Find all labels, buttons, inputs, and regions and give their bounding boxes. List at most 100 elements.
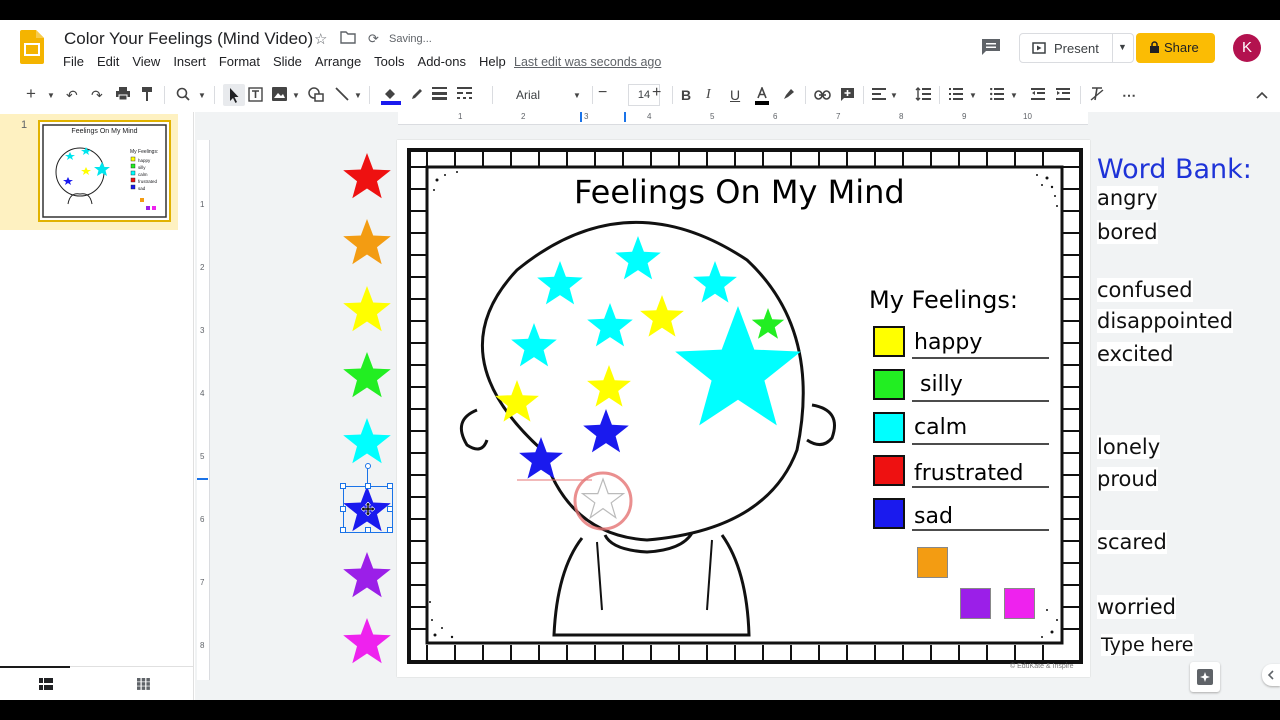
word-bank-word[interactable]: disappointed: [1097, 309, 1234, 333]
bold-icon[interactable]: B: [681, 87, 691, 103]
add-dropdown-icon[interactable]: ▼: [47, 91, 55, 100]
line-icon[interactable]: [335, 87, 349, 104]
present-dropdown-icon[interactable]: ▼: [1118, 42, 1127, 52]
my-feelings-title[interactable]: My Feelings:: [869, 286, 1018, 314]
word-bank-title[interactable]: Word Bank:: [1097, 154, 1252, 185]
word-bank-word[interactable]: worried: [1097, 595, 1177, 619]
word-bank-word[interactable]: scared: [1097, 530, 1167, 554]
filmstrip-view-icon[interactable]: [39, 678, 53, 690]
extra-swatch-magenta[interactable]: [1004, 588, 1035, 619]
word-bank-word[interactable]: angry: [1097, 186, 1158, 210]
resize-handle[interactable]: [365, 527, 371, 533]
resize-handle[interactable]: [387, 483, 393, 489]
menu-arrange[interactable]: Arrange: [315, 54, 361, 69]
selection-box[interactable]: [340, 463, 393, 533]
horizontal-ruler[interactable]: 1 2 3 4 5 6 7 8 9 10: [398, 112, 1088, 125]
rotate-handle[interactable]: [365, 463, 371, 469]
resize-handle[interactable]: [340, 506, 346, 512]
extra-swatch-orange[interactable]: [917, 547, 948, 578]
bulleted-list-dropdown-icon[interactable]: ▼: [1010, 91, 1018, 100]
line-dropdown-icon[interactable]: ▼: [354, 91, 362, 100]
more-icon[interactable]: ⋯: [1122, 87, 1136, 104]
paint-format-icon[interactable]: [142, 87, 154, 104]
resize-handle[interactable]: [340, 527, 346, 533]
italic-icon[interactable]: I: [706, 87, 711, 103]
increase-font-icon[interactable]: +: [652, 84, 661, 102]
feeling-swatch-silly[interactable]: [873, 369, 905, 400]
palette-star-icon[interactable]: [340, 414, 394, 468]
textbox-icon[interactable]: [248, 87, 263, 105]
side-panel-toggle[interactable]: [1262, 664, 1280, 686]
undo-icon[interactable]: ↶: [66, 87, 78, 104]
last-edit-link[interactable]: Last edit was seconds ago: [514, 55, 661, 69]
numbered-list-icon[interactable]: [949, 87, 963, 103]
slide-title[interactable]: Feelings On My Mind: [574, 173, 905, 211]
word-bank-word[interactable]: excited: [1097, 342, 1174, 366]
resize-handle[interactable]: [387, 506, 393, 512]
border-color-icon[interactable]: [410, 87, 424, 104]
vertical-ruler[interactable]: 1 2 3 4 5 6 7 8: [197, 140, 210, 680]
present-button[interactable]: Present ▼: [1019, 33, 1134, 63]
highlight-icon[interactable]: [782, 87, 796, 104]
slides-logo-icon[interactable]: [20, 30, 44, 64]
grid-view-icon[interactable]: [137, 678, 150, 690]
numbered-list-dropdown-icon[interactable]: ▼: [969, 91, 977, 100]
ruler-indent-marker[interactable]: [580, 112, 585, 122]
head-star-icon[interactable]: [534, 257, 586, 309]
fill-color-icon[interactable]: [381, 87, 401, 108]
line-spacing-icon[interactable]: [915, 87, 931, 104]
head-star-icon[interactable]: [690, 257, 740, 307]
palette-star-icon[interactable]: [340, 614, 394, 668]
menu-tools[interactable]: Tools: [374, 54, 404, 69]
palette-star-icon[interactable]: [340, 215, 394, 269]
palette-star-icon[interactable]: [340, 548, 394, 602]
add-icon[interactable]: +: [26, 84, 36, 104]
select-icon[interactable]: [223, 84, 245, 106]
document-title[interactable]: Color Your Feelings (Mind Video): [64, 29, 313, 49]
move-folder-icon[interactable]: [340, 30, 356, 48]
comment-add-icon[interactable]: [840, 87, 855, 105]
head-star-icon[interactable]: [492, 376, 542, 426]
border-dash-icon[interactable]: [457, 87, 472, 103]
resize-handle[interactable]: [387, 527, 393, 533]
feeling-swatch-frustrated[interactable]: [873, 455, 905, 486]
resize-handle[interactable]: [365, 483, 371, 489]
menu-edit[interactable]: Edit: [97, 54, 119, 69]
word-bank-word[interactable]: lonely: [1097, 435, 1161, 459]
feeling-label-silly[interactable]: silly: [920, 372, 963, 397]
word-bank-word[interactable]: confused: [1097, 278, 1193, 302]
font-family-select[interactable]: Arial: [516, 88, 540, 102]
print-icon[interactable]: [116, 87, 130, 103]
head-star-icon[interactable]: [516, 433, 566, 483]
link-icon[interactable]: [814, 87, 831, 103]
decrease-font-icon[interactable]: −: [598, 84, 607, 102]
ruler-indent-marker[interactable]: [624, 112, 629, 122]
head-star-icon[interactable]: [580, 405, 632, 457]
feeling-swatch-sad[interactable]: [873, 498, 905, 529]
menu-slide[interactable]: Slide: [273, 54, 302, 69]
star-icon[interactable]: ☆: [314, 30, 327, 48]
font-dropdown-icon[interactable]: ▼: [573, 91, 581, 100]
head-star-icon[interactable]: [612, 232, 664, 284]
resize-handle[interactable]: [340, 483, 346, 489]
palette-star-icon[interactable]: [340, 149, 394, 203]
underline-icon[interactable]: U: [730, 87, 740, 103]
head-star-icon[interactable]: [584, 361, 634, 411]
zoom-icon[interactable]: [176, 87, 190, 104]
text-color-icon[interactable]: [755, 85, 769, 108]
shape-icon[interactable]: [308, 87, 324, 105]
comment-history-icon[interactable]: [980, 37, 1002, 57]
menu-help[interactable]: Help: [479, 54, 506, 69]
image-icon[interactable]: [272, 87, 287, 104]
decrease-indent-icon[interactable]: [1031, 87, 1045, 103]
image-dropdown-icon[interactable]: ▼: [292, 91, 300, 100]
align-dropdown-icon[interactable]: ▼: [890, 91, 898, 100]
menu-insert[interactable]: Insert: [173, 54, 206, 69]
slide-thumbnail[interactable]: Feelings On My Mind My Feelings: happy s…: [38, 120, 171, 222]
increase-indent-icon[interactable]: [1056, 87, 1070, 103]
feeling-label-happy[interactable]: happy: [914, 330, 982, 355]
feeling-swatch-happy[interactable]: [873, 326, 905, 357]
menu-format[interactable]: Format: [219, 54, 260, 69]
palette-star-icon[interactable]: [340, 282, 394, 336]
clear-format-icon[interactable]: [1090, 87, 1104, 104]
